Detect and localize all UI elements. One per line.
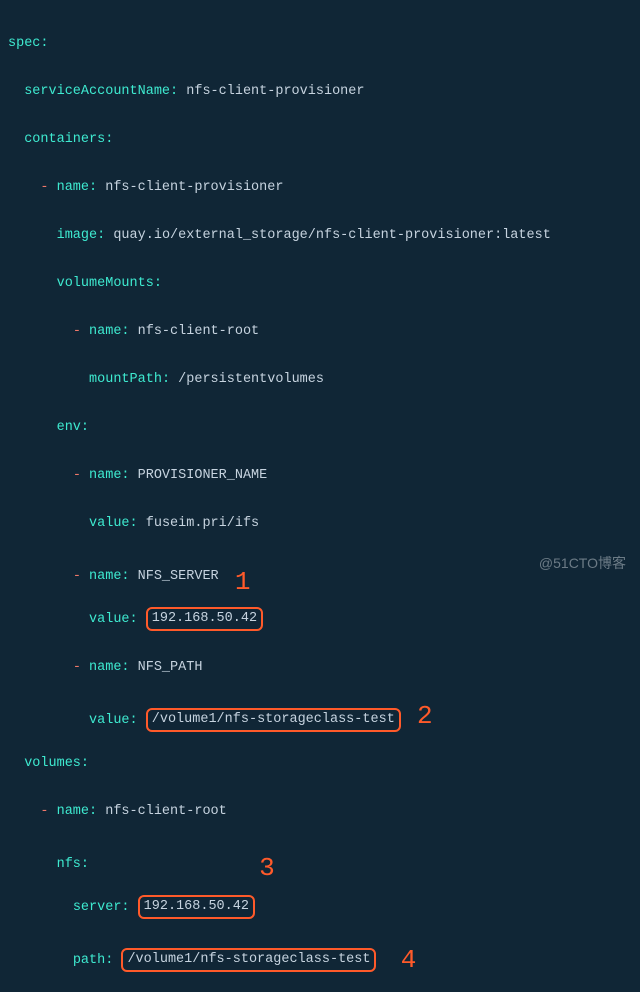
- code-line: value: 192.168.50.42: [8, 608, 640, 632]
- yaml-key: serviceAccountName: [24, 84, 170, 99]
- colon: :: [81, 857, 89, 872]
- yaml-key: volumeMounts: [57, 276, 154, 291]
- yaml-key: name: [89, 569, 121, 584]
- code-line: - name: nfs-client-provisioner: [8, 176, 640, 200]
- highlight-box-2: /volume1/nfs-storageclass-test: [146, 708, 401, 732]
- yaml-value: nfs-client-root: [130, 324, 260, 339]
- colon: :: [130, 612, 138, 627]
- yaml-value: PROVISIONER_NAME: [130, 468, 268, 483]
- yaml-key: server: [73, 900, 122, 915]
- code-line: volumeMounts:: [8, 272, 640, 296]
- code-line: mountPath: /persistentvolumes: [8, 368, 640, 392]
- yaml-dash: -: [40, 180, 56, 195]
- colon: :: [105, 132, 113, 147]
- colon: :: [81, 420, 89, 435]
- yaml-key: name: [89, 468, 121, 483]
- yaml-value: quay.io/external_storage/nfs-client-prov…: [105, 228, 551, 243]
- yaml-value: nfs-client-root: [97, 804, 227, 819]
- code-line: nfs: 3: [8, 848, 640, 872]
- code-line: - name: PROVISIONER_NAME: [8, 464, 640, 488]
- yaml-dash: -: [73, 569, 89, 584]
- yaml-key: value: [89, 713, 130, 728]
- colon: :: [170, 84, 178, 99]
- annotation-4: 4: [401, 948, 417, 972]
- yaml-key: mountPath: [89, 372, 162, 387]
- colon: :: [105, 953, 113, 968]
- colon: :: [40, 36, 48, 51]
- colon: :: [154, 276, 162, 291]
- code-line: path: /volume1/nfs-storageclass-test 4: [8, 944, 640, 968]
- yaml-key: volumes: [24, 756, 81, 771]
- highlight-box-1: 192.168.50.42: [146, 607, 263, 631]
- yaml-key: spec: [8, 36, 40, 51]
- yaml-key: env: [57, 420, 81, 435]
- annotation-2: 2: [417, 704, 433, 728]
- code-line: - name: nfs-client-root: [8, 320, 640, 344]
- colon: :: [130, 713, 138, 728]
- colon: :: [121, 569, 129, 584]
- code-line: value: /volume1/nfs-storageclass-test 2: [8, 704, 640, 728]
- code-line: - name: nfs-client-root: [8, 800, 640, 824]
- colon: :: [89, 804, 97, 819]
- colon: :: [89, 180, 97, 195]
- yaml-value: /persistentvolumes: [170, 372, 324, 387]
- yaml-key: name: [57, 804, 89, 819]
- code-line: value: fuseim.pri/ifs: [8, 512, 640, 536]
- yaml-dash: -: [73, 468, 89, 483]
- yaml-key: value: [89, 516, 130, 531]
- code-line: volumes:: [8, 752, 640, 776]
- yaml-dash: -: [73, 660, 89, 675]
- annotation-3: 3: [259, 856, 275, 880]
- code-line: server: 192.168.50.42: [8, 896, 640, 920]
- yaml-value: nfs-client-provisioner: [178, 84, 364, 99]
- colon: :: [81, 756, 89, 771]
- yaml-dash: -: [73, 324, 89, 339]
- colon: :: [121, 468, 129, 483]
- code-line: - name: NFS_PATH: [8, 656, 640, 680]
- colon: :: [130, 516, 138, 531]
- highlight-box-3: 192.168.50.42: [138, 895, 255, 919]
- yaml-value: NFS_PATH: [130, 660, 203, 675]
- colon: :: [162, 372, 170, 387]
- colon: :: [121, 660, 129, 675]
- yaml-key: name: [89, 660, 121, 675]
- watermark: @51CTO博客: [539, 551, 626, 575]
- colon: :: [121, 324, 129, 339]
- yaml-key: name: [57, 180, 89, 195]
- code-line: image: quay.io/external_storage/nfs-clie…: [8, 224, 640, 248]
- yaml-value: nfs-client-provisioner: [97, 180, 283, 195]
- yaml-dash: -: [40, 804, 56, 819]
- yaml-key: path: [73, 953, 105, 968]
- colon: :: [121, 900, 129, 915]
- yaml-key: containers: [24, 132, 105, 147]
- yaml-code-block: spec: serviceAccountName: nfs-client-pro…: [0, 0, 640, 992]
- annotation-1: 1: [235, 570, 251, 594]
- code-line: containers:: [8, 128, 640, 152]
- yaml-key: name: [89, 324, 121, 339]
- code-line: spec:: [8, 32, 640, 56]
- yaml-key: value: [89, 612, 130, 627]
- yaml-value: fuseim.pri/ifs: [138, 516, 260, 531]
- yaml-key: nfs: [57, 857, 81, 872]
- highlight-box-4: /volume1/nfs-storageclass-test: [121, 948, 376, 972]
- yaml-value: NFS_SERVER: [130, 569, 219, 584]
- code-line: serviceAccountName: nfs-client-provision…: [8, 80, 640, 104]
- yaml-key: image: [57, 228, 98, 243]
- code-line: env:: [8, 416, 640, 440]
